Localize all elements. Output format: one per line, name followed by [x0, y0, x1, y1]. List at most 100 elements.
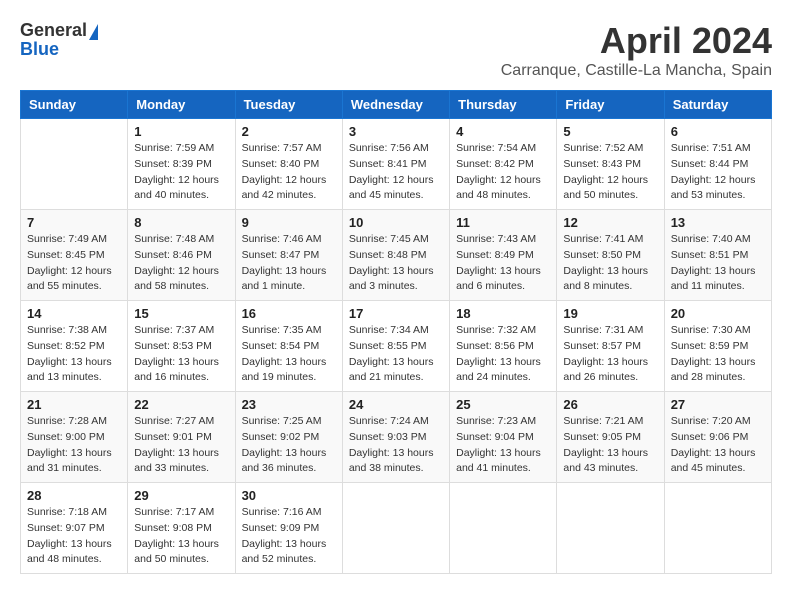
- day-info: Sunrise: 7:18 AM Sunset: 9:07 PM Dayligh…: [27, 505, 121, 568]
- day-number: 30: [242, 488, 336, 503]
- day-info: Sunrise: 7:54 AM Sunset: 8:42 PM Dayligh…: [456, 141, 550, 204]
- calendar-day-cell: 15 Sunrise: 7:37 AM Sunset: 8:53 PM Dayli…: [128, 301, 235, 392]
- calendar-header-cell: Thursday: [450, 91, 557, 119]
- calendar-day-cell: 1 Sunrise: 7:59 AM Sunset: 8:39 PM Daylig…: [128, 119, 235, 210]
- calendar-week-row: 28 Sunrise: 7:18 AM Sunset: 9:07 PM Dayli…: [21, 483, 772, 574]
- day-info: Sunrise: 7:35 AM Sunset: 8:54 PM Dayligh…: [242, 323, 336, 386]
- day-number: 2: [242, 124, 336, 139]
- day-number: 24: [349, 397, 443, 412]
- calendar-day-cell: 18 Sunrise: 7:32 AM Sunset: 8:56 PM Dayli…: [450, 301, 557, 392]
- calendar-day-cell: 19 Sunrise: 7:31 AM Sunset: 8:57 PM Dayli…: [557, 301, 664, 392]
- day-info: Sunrise: 7:28 AM Sunset: 9:00 PM Dayligh…: [27, 414, 121, 477]
- calendar: SundayMondayTuesdayWednesdayThursdayFrid…: [20, 90, 772, 574]
- calendar-day-cell: 17 Sunrise: 7:34 AM Sunset: 8:55 PM Dayli…: [342, 301, 449, 392]
- day-number: 21: [27, 397, 121, 412]
- calendar-header-cell: Monday: [128, 91, 235, 119]
- calendar-day-cell: [664, 483, 771, 574]
- calendar-day-cell: 12 Sunrise: 7:41 AM Sunset: 8:50 PM Dayli…: [557, 210, 664, 301]
- calendar-day-cell: [21, 119, 128, 210]
- day-info: Sunrise: 7:51 AM Sunset: 8:44 PM Dayligh…: [671, 141, 765, 204]
- title-section: April 2024 Carranque, Castille-La Mancha…: [501, 20, 772, 80]
- calendar-header-cell: Tuesday: [235, 91, 342, 119]
- calendar-day-cell: 6 Sunrise: 7:51 AM Sunset: 8:44 PM Daylig…: [664, 119, 771, 210]
- day-info: Sunrise: 7:30 AM Sunset: 8:59 PM Dayligh…: [671, 323, 765, 386]
- day-info: Sunrise: 7:34 AM Sunset: 8:55 PM Dayligh…: [349, 323, 443, 386]
- day-number: 4: [456, 124, 550, 139]
- calendar-day-cell: [342, 483, 449, 574]
- subtitle: Carranque, Castille-La Mancha, Spain: [501, 62, 772, 80]
- day-number: 19: [563, 306, 657, 321]
- calendar-day-cell: 11Sunrise: 7:43 AM Sunset: 8:49 PM Dayli…: [450, 210, 557, 301]
- day-info: Sunrise: 7:38 AM Sunset: 8:52 PM Dayligh…: [27, 323, 121, 386]
- day-number: 17: [349, 306, 443, 321]
- day-number: 11: [456, 215, 550, 230]
- main-title: April 2024: [501, 20, 772, 62]
- day-info: Sunrise: 7:56 AM Sunset: 8:41 PM Dayligh…: [349, 141, 443, 204]
- day-number: 15: [134, 306, 228, 321]
- day-info: Sunrise: 7:48 AM Sunset: 8:46 PM Dayligh…: [134, 232, 228, 295]
- calendar-day-cell: 10 Sunrise: 7:45 AM Sunset: 8:48 PM Dayli…: [342, 210, 449, 301]
- day-info: Sunrise: 7:41 AM Sunset: 8:50 PM Dayligh…: [563, 232, 657, 295]
- calendar-day-cell: 23 Sunrise: 7:25 AM Sunset: 9:02 PM Dayli…: [235, 392, 342, 483]
- day-number: 26: [563, 397, 657, 412]
- calendar-day-cell: 24Sunrise: 7:24 AM Sunset: 9:03 PM Dayli…: [342, 392, 449, 483]
- calendar-day-cell: [450, 483, 557, 574]
- day-number: 22: [134, 397, 228, 412]
- day-number: 13: [671, 215, 765, 230]
- calendar-day-cell: 22 Sunrise: 7:27 AM Sunset: 9:01 PM Dayli…: [128, 392, 235, 483]
- calendar-day-cell: 25Sunrise: 7:23 AM Sunset: 9:04 PM Dayli…: [450, 392, 557, 483]
- day-number: 25: [456, 397, 550, 412]
- day-info: Sunrise: 7:40 AM Sunset: 8:51 PM Dayligh…: [671, 232, 765, 295]
- day-number: 7: [27, 215, 121, 230]
- day-info: Sunrise: 7:46 AM Sunset: 8:47 PM Dayligh…: [242, 232, 336, 295]
- day-number: 29: [134, 488, 228, 503]
- calendar-week-row: 1 Sunrise: 7:59 AM Sunset: 8:39 PM Daylig…: [21, 119, 772, 210]
- calendar-body: 1 Sunrise: 7:59 AM Sunset: 8:39 PM Daylig…: [21, 119, 772, 574]
- day-number: 18: [456, 306, 550, 321]
- calendar-day-cell: 5Sunrise: 7:52 AM Sunset: 8:43 PM Daylig…: [557, 119, 664, 210]
- day-info: Sunrise: 7:25 AM Sunset: 9:02 PM Dayligh…: [242, 414, 336, 477]
- calendar-day-cell: 14 Sunrise: 7:38 AM Sunset: 8:52 PM Dayli…: [21, 301, 128, 392]
- calendar-header-cell: Sunday: [21, 91, 128, 119]
- day-number: 6: [671, 124, 765, 139]
- day-number: 12: [563, 215, 657, 230]
- calendar-day-cell: 9 Sunrise: 7:46 AM Sunset: 8:47 PM Daylig…: [235, 210, 342, 301]
- day-number: 3: [349, 124, 443, 139]
- day-info: Sunrise: 7:32 AM Sunset: 8:56 PM Dayligh…: [456, 323, 550, 386]
- calendar-day-cell: 2 Sunrise: 7:57 AM Sunset: 8:40 PM Daylig…: [235, 119, 342, 210]
- calendar-day-cell: 4 Sunrise: 7:54 AM Sunset: 8:42 PM Daylig…: [450, 119, 557, 210]
- day-info: Sunrise: 7:45 AM Sunset: 8:48 PM Dayligh…: [349, 232, 443, 295]
- logo-blue-text: Blue: [20, 39, 59, 60]
- day-info: Sunrise: 7:31 AM Sunset: 8:57 PM Dayligh…: [563, 323, 657, 386]
- day-info: Sunrise: 7:57 AM Sunset: 8:40 PM Dayligh…: [242, 141, 336, 204]
- calendar-day-cell: 16Sunrise: 7:35 AM Sunset: 8:54 PM Dayli…: [235, 301, 342, 392]
- day-info: Sunrise: 7:27 AM Sunset: 9:01 PM Dayligh…: [134, 414, 228, 477]
- calendar-day-cell: 8Sunrise: 7:48 AM Sunset: 8:46 PM Daylig…: [128, 210, 235, 301]
- calendar-header-cell: Saturday: [664, 91, 771, 119]
- day-info: Sunrise: 7:16 AM Sunset: 9:09 PM Dayligh…: [242, 505, 336, 568]
- day-number: 14: [27, 306, 121, 321]
- calendar-week-row: 7Sunrise: 7:49 AM Sunset: 8:45 PM Daylig…: [21, 210, 772, 301]
- day-number: 20: [671, 306, 765, 321]
- calendar-header-row: SundayMondayTuesdayWednesdayThursdayFrid…: [21, 91, 772, 119]
- calendar-week-row: 21 Sunrise: 7:28 AM Sunset: 9:00 PM Dayli…: [21, 392, 772, 483]
- day-number: 10: [349, 215, 443, 230]
- day-info: Sunrise: 7:37 AM Sunset: 8:53 PM Dayligh…: [134, 323, 228, 386]
- day-info: Sunrise: 7:17 AM Sunset: 9:08 PM Dayligh…: [134, 505, 228, 568]
- day-info: Sunrise: 7:21 AM Sunset: 9:05 PM Dayligh…: [563, 414, 657, 477]
- day-number: 23: [242, 397, 336, 412]
- logo-general-text: General: [20, 20, 87, 41]
- calendar-day-cell: 30 Sunrise: 7:16 AM Sunset: 9:09 PM Dayli…: [235, 483, 342, 574]
- day-number: 28: [27, 488, 121, 503]
- calendar-day-cell: 26 Sunrise: 7:21 AM Sunset: 9:05 PM Dayli…: [557, 392, 664, 483]
- day-number: 1: [134, 124, 228, 139]
- calendar-day-cell: 28 Sunrise: 7:18 AM Sunset: 9:07 PM Dayli…: [21, 483, 128, 574]
- logo: General Blue: [20, 20, 98, 60]
- day-number: 9: [242, 215, 336, 230]
- calendar-day-cell: 21 Sunrise: 7:28 AM Sunset: 9:00 PM Dayli…: [21, 392, 128, 483]
- day-info: Sunrise: 7:20 AM Sunset: 9:06 PM Dayligh…: [671, 414, 765, 477]
- calendar-week-row: 14 Sunrise: 7:38 AM Sunset: 8:52 PM Dayli…: [21, 301, 772, 392]
- header: General Blue April 2024 Carranque, Casti…: [20, 20, 772, 80]
- day-info: Sunrise: 7:59 AM Sunset: 8:39 PM Dayligh…: [134, 141, 228, 204]
- calendar-day-cell: [557, 483, 664, 574]
